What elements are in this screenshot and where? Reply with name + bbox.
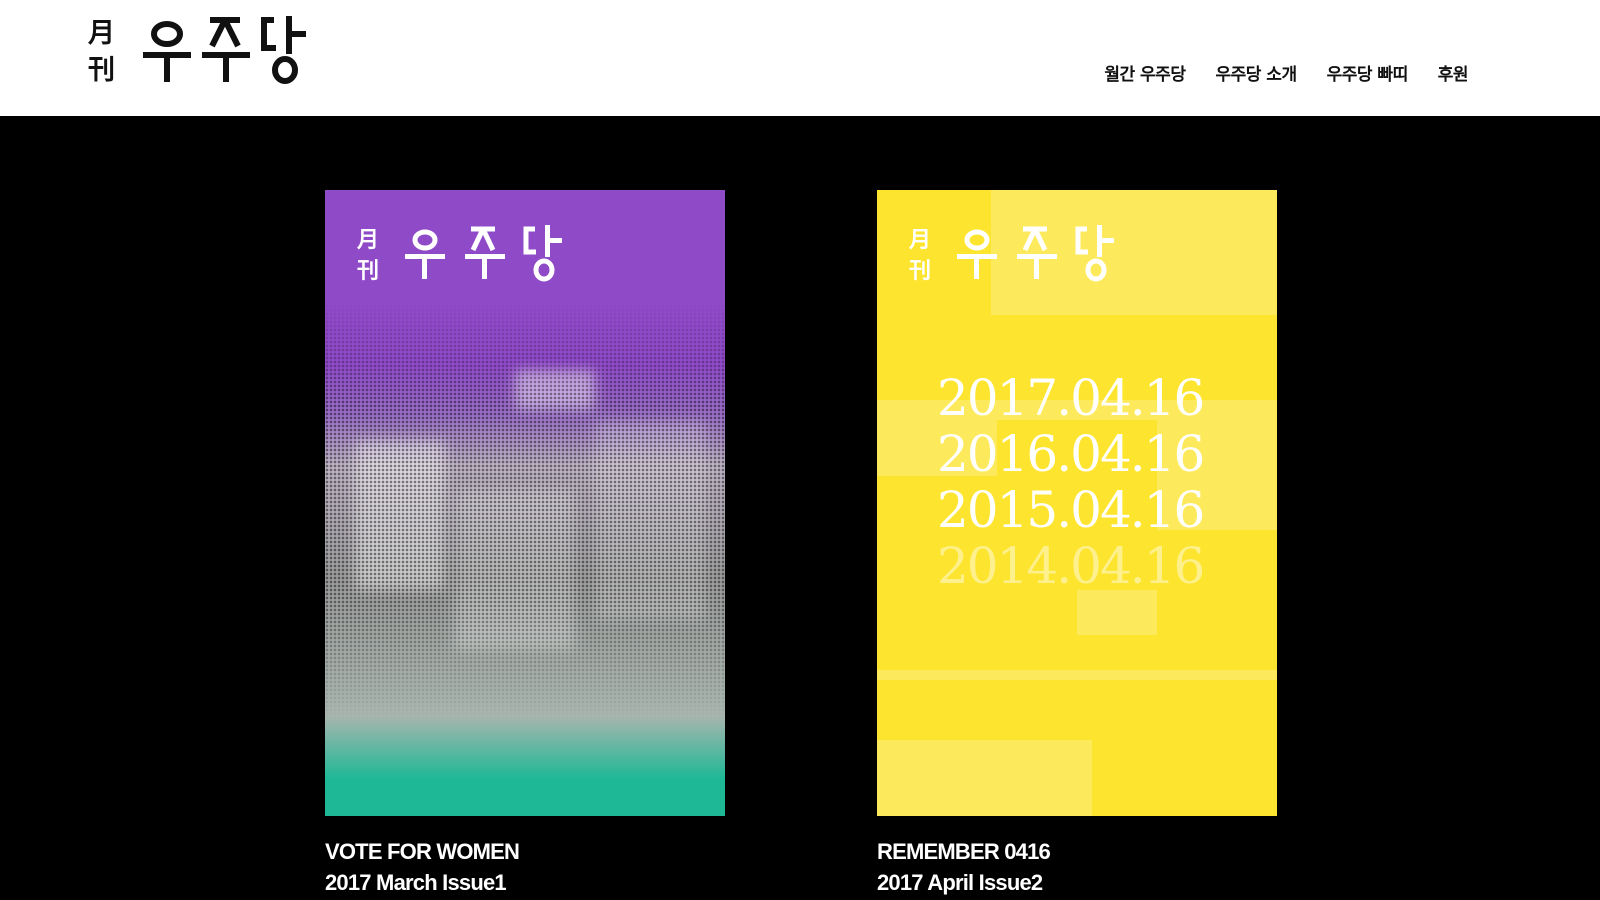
date-line: 2017.04.16 bbox=[937, 369, 1205, 427]
issue-gallery: 月 刊 VOTE FOR WOMEN 2017 March Issue1 月 刊… bbox=[0, 116, 1600, 900]
nav-item-monthly[interactable]: 월간 우주당 bbox=[1104, 60, 1186, 85]
issue-title[interactable]: REMEMBER 0416 bbox=[877, 836, 1277, 867]
halftone-photo-texture bbox=[325, 300, 725, 720]
issue-caption[interactable]: REMEMBER 0416 2017 April Issue2 bbox=[877, 836, 1277, 898]
date-line: 2015.04.16 bbox=[937, 481, 1205, 539]
issue-subtitle[interactable]: 2017 March Issue1 bbox=[325, 867, 725, 898]
nav-item-about[interactable]: 우주당 소개 bbox=[1215, 60, 1297, 85]
nav-item-parti[interactable]: 우주당 빠띠 bbox=[1327, 60, 1409, 85]
cover-logo-glyph-publication: 刊 bbox=[909, 259, 931, 284]
main-nav: 월간 우주당 우주당 소개 우주당 빠띠 후원 bbox=[1104, 60, 1468, 85]
remembrance-dates: 2017.04.16 2016.04.16 2015.04.16 2014.04… bbox=[937, 370, 1237, 594]
cover-logo-glyph-month: 月 bbox=[908, 228, 931, 253]
issue-card-april[interactable]: 月 刊 2017.04.16 2016.04.16 2015.04.16 201… bbox=[877, 190, 1277, 898]
issue-cover-image[interactable]: 月 刊 bbox=[325, 190, 725, 816]
logo-mark: 月 刊 bbox=[87, 16, 306, 86]
date-line: 2014.04.16 bbox=[937, 537, 1205, 595]
cover-logo: 月 刊 bbox=[356, 225, 562, 284]
cover-logo-glyph-publication: 刊 bbox=[357, 259, 379, 284]
cover-logo-glyph-month: 月 bbox=[356, 228, 379, 253]
issue-card-march[interactable]: 月 刊 VOTE FOR WOMEN 2017 March Issue1 bbox=[325, 190, 725, 898]
issue-title[interactable]: VOTE FOR WOMEN bbox=[325, 836, 725, 867]
cover-logo: 月 刊 bbox=[908, 225, 1114, 284]
nav-item-donate[interactable]: 후원 bbox=[1438, 60, 1469, 85]
issue-cover-image[interactable]: 月 刊 2017.04.16 2016.04.16 2015.04.16 201… bbox=[877, 190, 1277, 816]
site-logo[interactable]: 月 刊 bbox=[84, 12, 334, 88]
site-header: 月 刊 월간 우주당 우주당 소개 우주당 빠띠 후원 bbox=[0, 0, 1600, 116]
logo-glyph-month: 月 bbox=[87, 18, 115, 49]
issue-subtitle[interactable]: 2017 April Issue2 bbox=[877, 867, 1277, 898]
logo-glyph-publication: 刊 bbox=[88, 55, 115, 86]
date-line: 2016.04.16 bbox=[937, 425, 1205, 483]
issue-caption[interactable]: VOTE FOR WOMEN 2017 March Issue1 bbox=[325, 836, 725, 898]
